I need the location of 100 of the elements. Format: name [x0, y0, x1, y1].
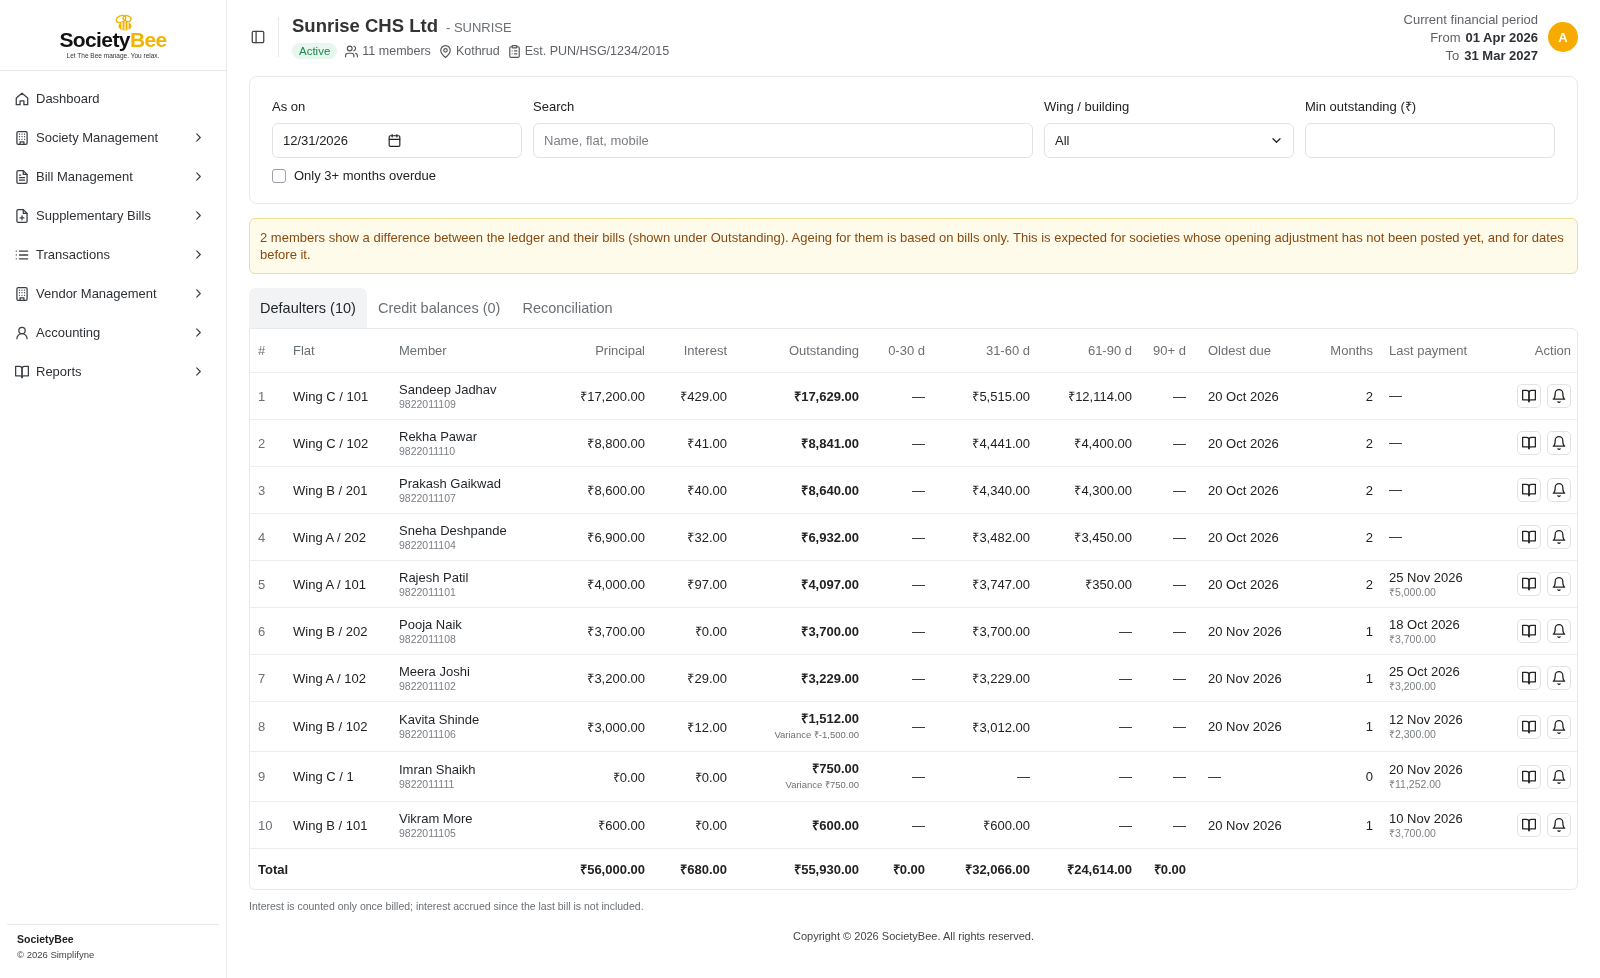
reminder-button[interactable]	[1547, 619, 1571, 643]
member-phone: 9822011107	[399, 491, 457, 505]
flat-label: Wing C / 1	[293, 769, 354, 784]
reminder-button[interactable]	[1547, 525, 1571, 549]
building-icon	[15, 130, 29, 145]
reminder-button[interactable]	[1547, 384, 1571, 408]
total-amount: ₹56,000.00	[580, 862, 645, 877]
months-count: 1	[1365, 719, 1373, 734]
ledger-button[interactable]	[1517, 666, 1541, 690]
map-pin-icon	[438, 44, 452, 58]
nav-item[interactable]: Transactions	[8, 235, 218, 274]
ledger-button[interactable]	[1517, 813, 1541, 837]
wing-select[interactable]: All	[1044, 123, 1294, 158]
last-payment-date: —	[1389, 482, 1403, 498]
ledger-button[interactable]	[1517, 431, 1541, 455]
nav-item[interactable]: Dashboard	[8, 79, 218, 118]
ledger-button[interactable]	[1517, 714, 1541, 739]
nav-item[interactable]: Vendor Management	[8, 274, 218, 313]
nav-item[interactable]: Society Management	[8, 118, 218, 157]
ledger-button[interactable]	[1517, 525, 1541, 549]
reminder-button[interactable]	[1547, 572, 1571, 596]
oldest-due-date: —	[1208, 769, 1221, 784]
users-icon	[345, 44, 359, 58]
reminder-button[interactable]	[1547, 714, 1571, 739]
ageing-amount: —	[1173, 388, 1186, 404]
interest-amount: ₹29.00	[687, 671, 727, 686]
member-name: Meera Joshi	[399, 663, 471, 680]
outstanding-amount: ₹17,629.00	[793, 387, 859, 405]
ageing-amount: —	[1173, 576, 1186, 592]
tab[interactable]: Credit balances (0)	[366, 288, 512, 328]
principal-amount: ₹3,700.00	[587, 624, 645, 639]
book-icon	[1522, 436, 1536, 450]
nav-item[interactable]: Accounting	[8, 313, 218, 352]
last-payment-date: 20 Nov 2026	[1389, 762, 1464, 778]
search-field[interactable]: Name, flat, mobile	[533, 123, 1033, 158]
nav-item[interactable]: Reports	[8, 352, 218, 391]
last-payment-amount: ₹2,300.00	[1389, 728, 1437, 741]
oldest-due-date: 20 Oct 2026	[1208, 529, 1279, 545]
member-phone: 9822011109	[399, 397, 457, 411]
to-date: 31 Mar 2027	[1464, 47, 1538, 63]
member-phone: 9822011110	[399, 444, 457, 458]
bell-icon	[1552, 769, 1566, 784]
ageing-amount: ₹12,114.00	[1068, 389, 1132, 404]
ledger-button[interactable]	[1517, 478, 1541, 502]
location-label: Kothrud	[455, 44, 500, 58]
months-count: 1	[1365, 623, 1373, 639]
checkbox[interactable]	[272, 168, 286, 183]
ageing-amount: ₹3,229.00	[972, 671, 1030, 686]
interest-amount: ₹0.00	[694, 624, 727, 639]
field-label: Wing / building	[1044, 99, 1131, 115]
book-icon	[1522, 483, 1536, 497]
ageing-amount: —	[1119, 817, 1132, 833]
column-header: 0-30 d	[888, 343, 925, 358]
oldest-due-date: 20 Nov 2026	[1208, 670, 1282, 686]
ledger-button[interactable]	[1517, 619, 1541, 643]
sidebar-toggle-button[interactable]	[251, 30, 265, 44]
amount-field[interactable]	[1305, 123, 1555, 158]
flat-label: Wing C / 102	[293, 435, 369, 451]
nav-item[interactable]: Supplementary Bills	[8, 196, 218, 235]
to-label: To	[1445, 47, 1460, 63]
ageing-amount: —	[1173, 435, 1186, 451]
ageing-amount: ₹3,482.00	[972, 530, 1030, 545]
principal-amount: ₹3,000.00	[587, 719, 645, 735]
flat-label: Wing A / 101	[293, 576, 366, 592]
ledger-button[interactable]	[1517, 764, 1541, 789]
book-icon	[1522, 577, 1536, 591]
member-phone: 9822011101	[399, 585, 457, 599]
date-field[interactable]: 12/31/2026	[272, 123, 522, 158]
nav-item[interactable]: Bill Management	[8, 157, 218, 196]
tab[interactable]: Defaulters (10)	[249, 288, 367, 328]
bell-icon	[1552, 389, 1566, 403]
total-amount: ₹0.00	[892, 862, 925, 877]
months-count: 1	[1365, 817, 1373, 833]
reminder-button[interactable]	[1547, 478, 1571, 502]
ledger-button[interactable]	[1517, 384, 1541, 408]
member-name: Rekha Pawar	[399, 428, 479, 445]
field-label: Min outstanding (₹)	[1305, 99, 1418, 115]
outstanding-amount: ₹1,512.00	[800, 710, 859, 727]
ageing-amount: —	[912, 482, 925, 498]
principal-amount: ₹3,200.00	[587, 671, 645, 686]
reminder-button[interactable]	[1547, 666, 1571, 690]
member-name: Vikram More	[399, 810, 474, 827]
last-payment-amount: ₹3,200.00	[1389, 679, 1437, 693]
footer-brand: SocietyBee	[17, 933, 75, 945]
ageing-amount: ₹4,300.00	[1074, 483, 1132, 498]
ledger-button[interactable]	[1517, 572, 1541, 596]
ageing-amount: —	[912, 435, 925, 451]
column-header: Interest	[683, 343, 727, 358]
building-icon	[15, 286, 29, 301]
bell-icon	[1552, 624, 1566, 638]
bell-icon	[1552, 530, 1566, 544]
reminder-button[interactable]	[1547, 813, 1571, 837]
tab[interactable]: Reconciliation	[511, 288, 624, 328]
book-icon	[1522, 530, 1536, 544]
checkbox-label: Only 3+ months overdue	[294, 168, 436, 183]
reminder-button[interactable]	[1547, 764, 1571, 789]
months-count: 2	[1365, 576, 1373, 592]
home-icon	[15, 91, 29, 106]
reminder-button[interactable]	[1547, 431, 1571, 455]
footer-copyright: © 2026 Simplifyne	[17, 949, 96, 960]
